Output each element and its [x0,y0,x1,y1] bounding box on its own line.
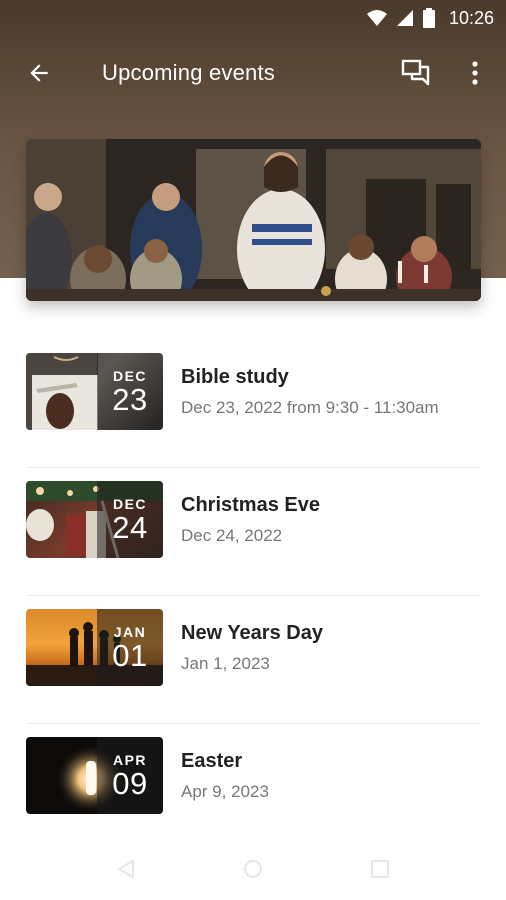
event-item-christmas-eve[interactable]: DEC 24 Christmas Eve Dec 24, 2022 [26,468,481,596]
wifi-icon [366,10,387,26]
event-thumbnail: JAN 01 [26,609,163,686]
date-badge: DEC 24 [97,481,163,558]
last-supper-illustration [26,139,481,301]
date-badge: DEC 23 [97,353,163,430]
chat-button[interactable] [398,58,434,92]
date-badge: APR 09 [97,737,163,814]
back-arrow-icon [26,60,52,91]
event-day: 23 [112,381,148,417]
nav-back-button[interactable] [115,858,137,885]
navigation-bar [0,850,506,890]
event-date: Jan 1, 2023 [181,654,270,673]
event-name: Easter [181,750,243,772]
event-item-bible-study[interactable]: DEC 23 Bible study Dec 23, 2022 from 9:3… [26,340,481,468]
event-date: Dec 24, 2022 [181,526,283,545]
event-date: Apr 9, 2023 [181,782,269,801]
chat-icon [401,59,431,92]
event-item-new-years-day[interactable]: JAN 01 New Years Day Jan 1, 2023 [26,596,481,724]
more-options-button[interactable] [462,58,488,92]
battery-icon [422,8,435,28]
event-thumbnail: DEC 24 [26,481,163,558]
event-day: 01 [112,637,148,673]
status-time: 10:26 [448,7,494,28]
event-name: Bible study [181,366,289,388]
date-badge: JAN 01 [97,609,163,686]
page-title: Upcoming events [102,60,275,85]
event-name: Christmas Eve [181,494,320,516]
hero-image[interactable] [26,139,481,301]
nav-recents-button[interactable] [370,859,390,884]
back-button[interactable] [22,58,56,92]
app-bar: Upcoming events [0,44,506,104]
event-day: 09 [112,765,148,801]
event-item-easter[interactable]: APR 09 Easter Apr 9, 2023 [26,724,481,852]
nav-home-button[interactable] [242,858,264,885]
nav-back-icon [115,859,137,884]
more-vert-icon [472,60,478,90]
event-day: 24 [112,509,148,545]
signal-icon [396,10,413,26]
nav-recents-icon [370,860,390,883]
event-thumbnail: APR 09 [26,737,163,814]
event-name: New Years Day [181,622,323,644]
event-thumbnail: DEC 23 [26,353,163,430]
event-date: Dec 23, 2022 from 9:30 - 11:30am [181,398,439,417]
nav-home-icon [242,860,264,884]
status-bar: 10:26 [0,0,506,36]
